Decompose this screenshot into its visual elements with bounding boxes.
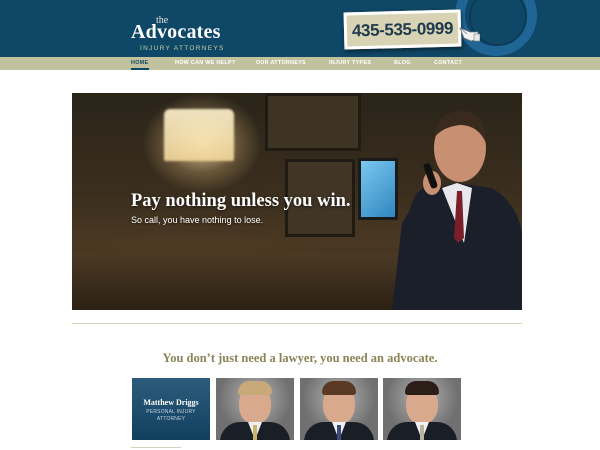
site-header: the Advocates INJURY ATTORNEYS 435-535-0… — [0, 0, 600, 57]
hand-pointer-icon — [459, 27, 480, 42]
section-divider — [131, 447, 181, 448]
hero-subline: So call, you have nothing to lose. — [131, 215, 264, 225]
attorney-card-featured[interactable]: Matthew Driggs PERSONAL INJURY ATTORNEY — [132, 378, 210, 440]
picture-frame — [265, 93, 361, 151]
logo-name: Advocates — [131, 21, 221, 43]
main-nav: HOME HOW CAN WE HELP? OUR ATTORNEYS INJU… — [0, 57, 600, 70]
hero-headline: Pay nothing unless you win. — [131, 191, 351, 211]
phone-number[interactable]: 435-535-0999 — [352, 18, 454, 41]
attorney-card[interactable] — [300, 378, 378, 440]
attorney-card[interactable] — [216, 378, 294, 440]
logo-subtitle: INJURY ATTORNEYS — [140, 45, 225, 52]
tie — [253, 425, 257, 440]
nav-item-blog[interactable]: BLOG — [394, 60, 411, 66]
tie — [337, 425, 341, 440]
nav-item-contact[interactable]: CONTACT — [434, 60, 462, 66]
nav-item-our-attorneys[interactable]: OUR ATTORNEYS — [256, 60, 306, 66]
attorney-title: PERSONAL INJURY ATTORNEY — [146, 409, 196, 422]
phone-number-card[interactable]: 435-535-0999 — [343, 9, 462, 50]
nav-item-injury-types[interactable]: INJURY TYPES — [329, 60, 371, 66]
attorney-name: Matthew Driggs — [143, 398, 199, 407]
attorney-card[interactable] — [383, 378, 461, 440]
nav-item-home[interactable]: HOME — [131, 60, 148, 66]
section-divider — [72, 323, 522, 324]
attorney-on-phone-image — [392, 111, 522, 310]
hair — [405, 381, 439, 395]
nav-item-how-can-we-help[interactable]: HOW CAN WE HELP? — [175, 60, 236, 66]
hair — [322, 381, 356, 395]
site-logo[interactable]: the Advocates INJURY ATTORNEYS — [131, 12, 231, 52]
lamp-image — [164, 109, 234, 161]
hair — [238, 381, 272, 395]
tie — [420, 425, 424, 440]
tagline: You don’t just need a lawyer, you need a… — [162, 351, 438, 365]
hero-banner: Pay nothing unless you win. So call, you… — [72, 93, 522, 310]
nav-active-indicator — [131, 68, 149, 70]
